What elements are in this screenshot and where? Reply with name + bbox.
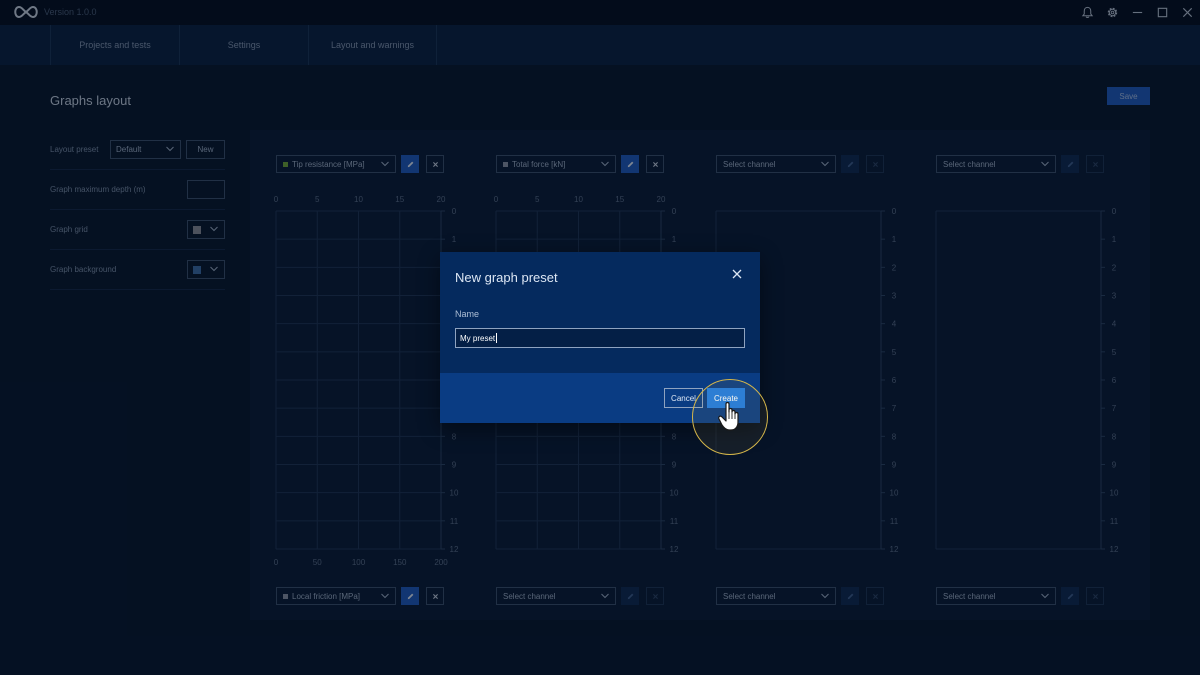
hand-cursor-icon — [718, 401, 739, 431]
text-caret — [496, 333, 498, 343]
name-label: Name — [455, 309, 480, 319]
dialog-title: New graph preset — [455, 270, 558, 285]
preset-name-value: My preset — [460, 333, 496, 343]
close-icon[interactable] — [731, 268, 743, 280]
preset-name-input[interactable]: My preset — [455, 328, 745, 348]
